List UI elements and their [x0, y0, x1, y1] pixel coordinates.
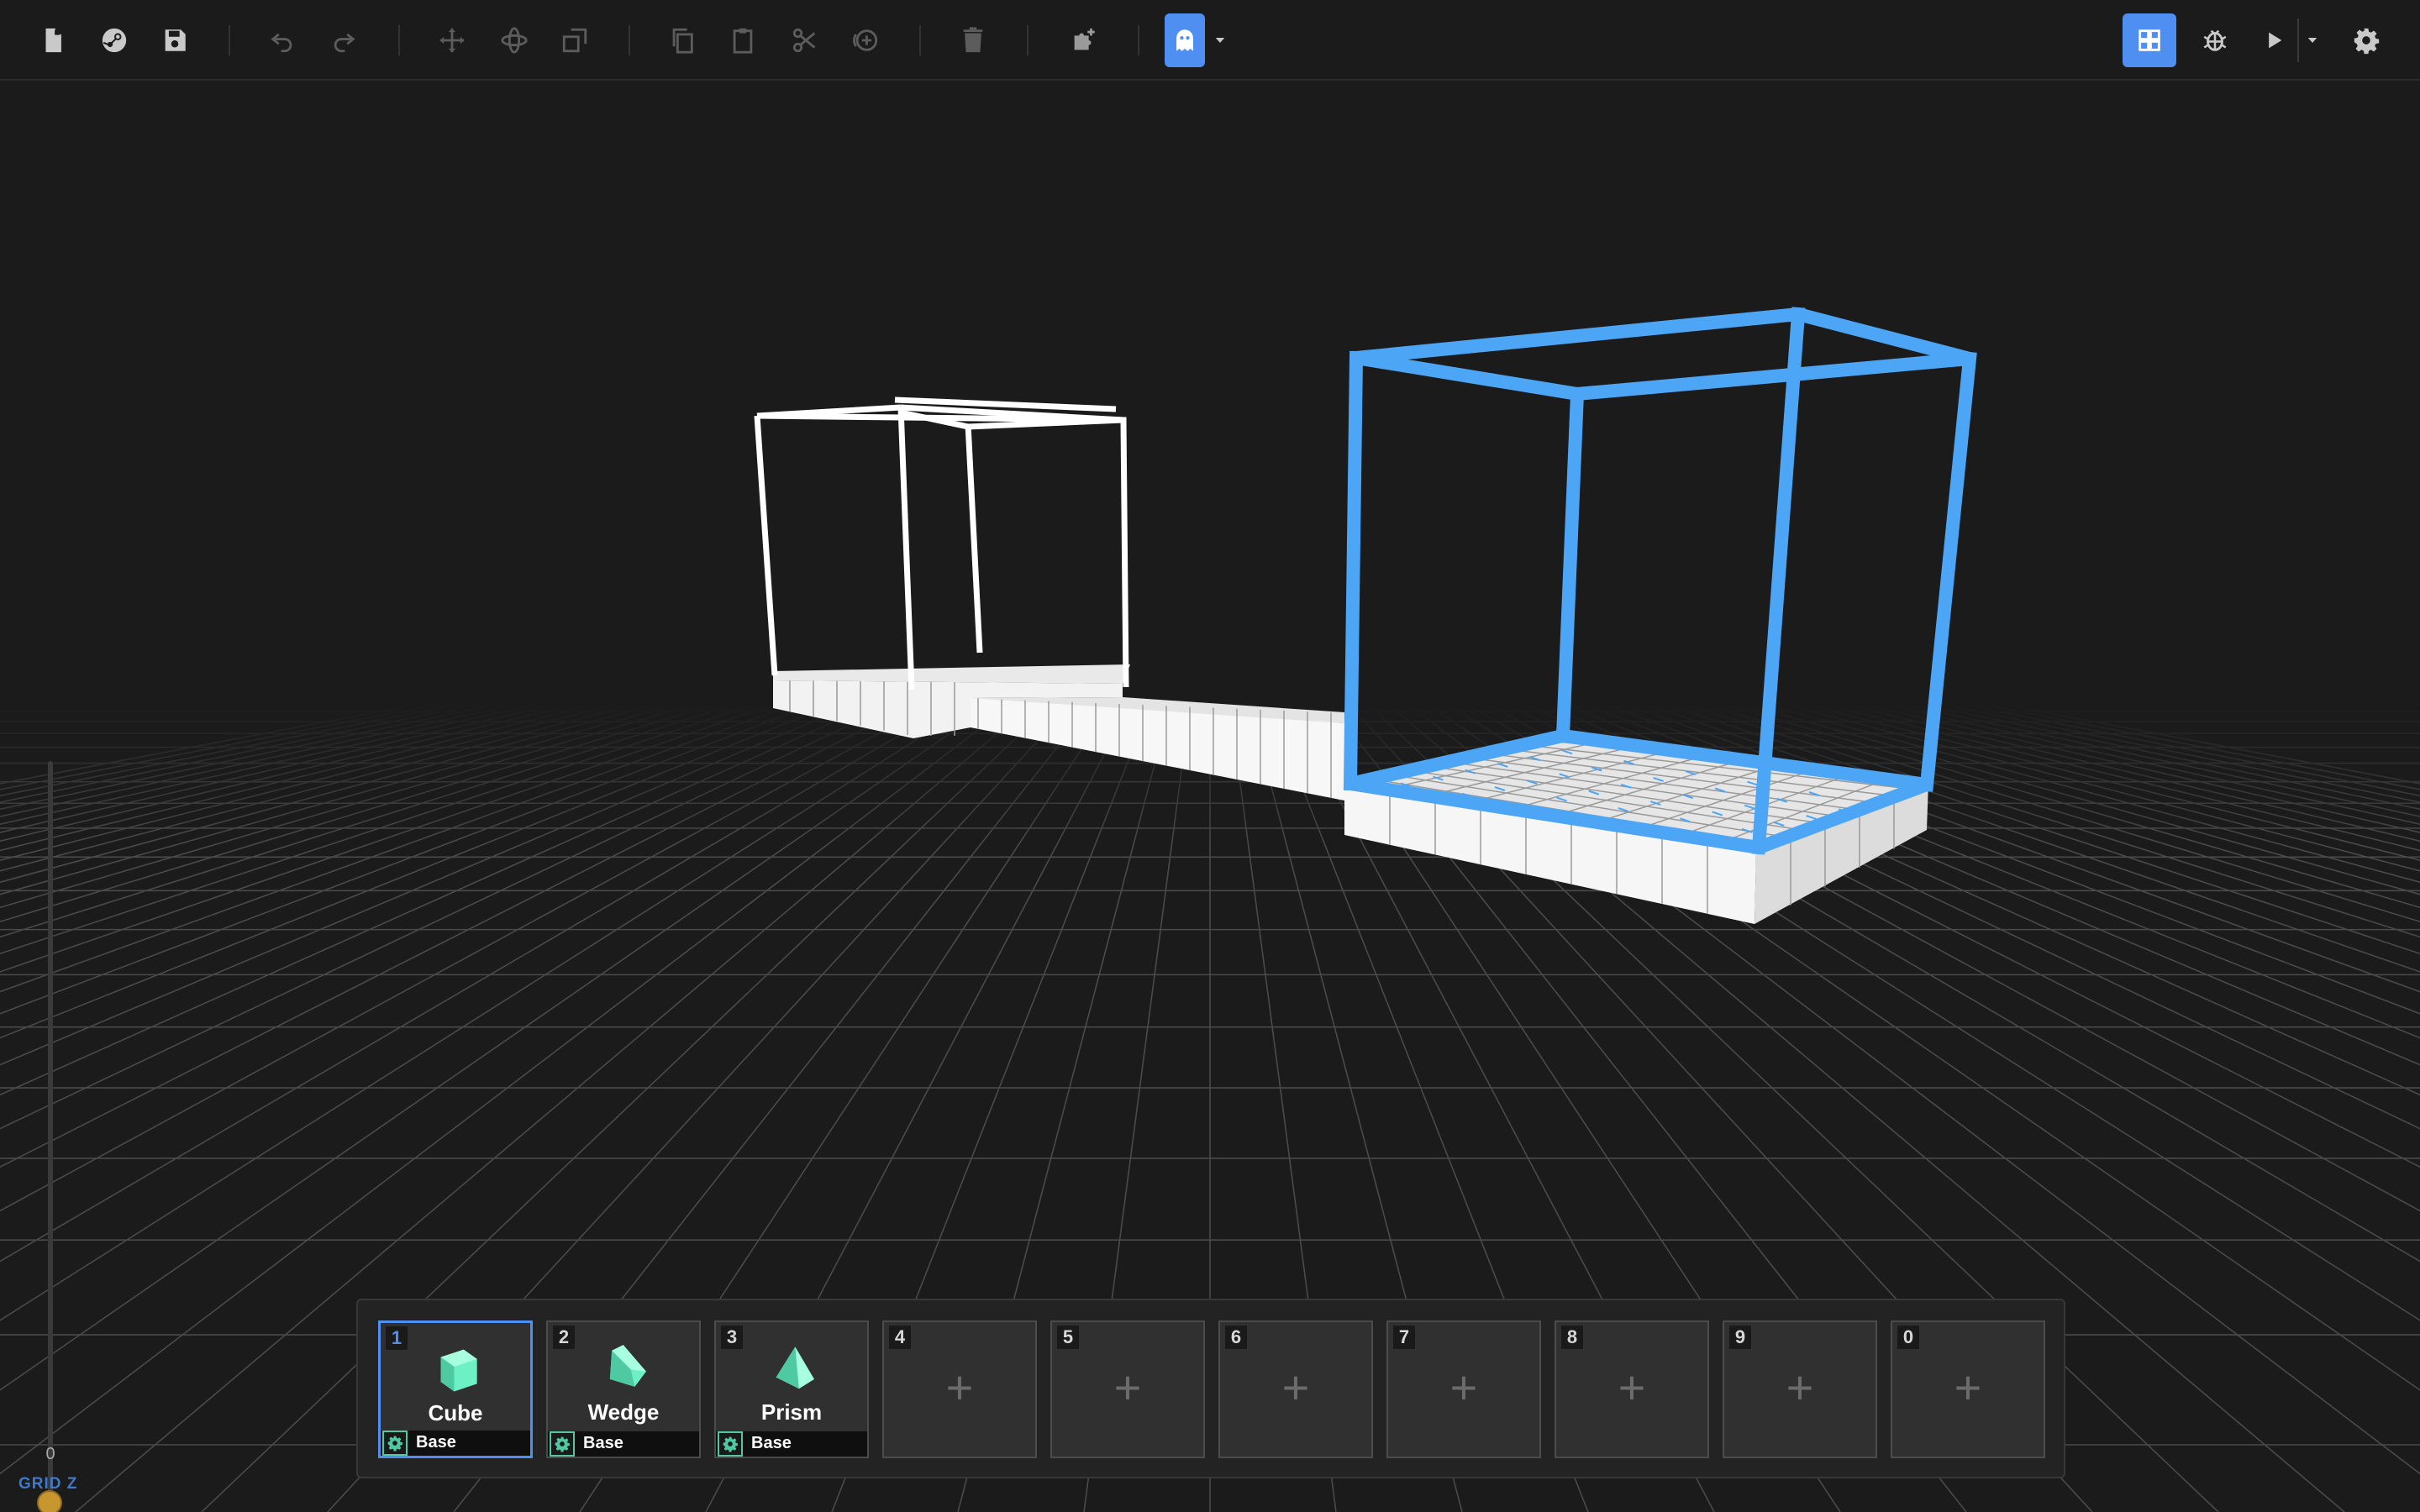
debug-icon[interactable] — [2190, 15, 2240, 66]
hotbar-slot-2[interactable]: 2 Wedge Base — [546, 1320, 701, 1458]
hotbar-slot-7[interactable]: 7 + — [1386, 1320, 1541, 1458]
level-editor: 0 GRID Z 1 Cube Base 2 Wedge Base 3 Pris… — [0, 0, 2420, 1512]
slot-category: Base — [751, 1434, 792, 1452]
hotbar-slot-8[interactable]: 8 + — [1555, 1320, 1709, 1458]
cube-icon — [440, 1349, 477, 1392]
hotbar-slot-9[interactable]: 9 + — [1723, 1320, 1877, 1458]
toolbar-separator — [629, 25, 630, 55]
slot-category: Base — [416, 1433, 456, 1452]
hotbar-slot-1[interactable]: 1 Cube Base — [378, 1320, 533, 1458]
hotbar-slot-3[interactable]: 3 Prism Base — [714, 1320, 869, 1458]
grid-z-label: GRID Z — [18, 1475, 78, 1493]
add-slot-icon[interactable]: + — [1388, 1362, 1539, 1413]
toolbar-separator — [919, 25, 921, 55]
new-file-icon[interactable] — [28, 15, 78, 66]
slot-name: Cube — [428, 1400, 483, 1425]
grid-view-icon[interactable] — [2123, 13, 2176, 67]
slot-name: Prism — [760, 1399, 823, 1425]
add-slot-icon[interactable]: + — [1724, 1362, 1876, 1413]
slot-name: Wedge — [587, 1399, 660, 1425]
caret-down-icon[interactable] — [2297, 15, 2328, 66]
hotbar-slot-0[interactable]: 0 + — [1891, 1320, 2045, 1458]
toolbar-separator — [398, 25, 400, 55]
toolbar-separator — [229, 25, 230, 55]
slot-key: 4 — [889, 1326, 911, 1349]
hotbar-slot-4[interactable]: 4 + — [882, 1320, 1037, 1458]
add-slot-icon[interactable]: + — [1220, 1362, 1371, 1413]
scene-canvas[interactable] — [0, 81, 2420, 1512]
slot-key: 7 — [1393, 1326, 1415, 1349]
add-slot-icon[interactable]: + — [1892, 1362, 2044, 1413]
gear-icon[interactable] — [382, 1431, 408, 1456]
grid-z-slider-track[interactable] — [48, 761, 53, 1502]
slot-footer: Base — [548, 1431, 699, 1457]
delete-icon[interactable] — [948, 15, 998, 66]
ghost-mode-icon[interactable] — [1165, 13, 1205, 67]
hotbar-slot-5[interactable]: 5 + — [1050, 1320, 1205, 1458]
grid-z-value: 0 — [45, 1445, 55, 1463]
block-hotbar: 1 Cube Base 2 Wedge Base 3 Prism Base 4 … — [356, 1299, 2065, 1478]
slot-footer: Base — [716, 1431, 867, 1457]
undo-icon[interactable] — [257, 15, 308, 66]
settings-icon[interactable] — [2341, 15, 2391, 66]
cut-icon[interactable] — [780, 15, 830, 66]
play-icon[interactable] — [2252, 15, 2296, 66]
caret-down-icon[interactable] — [1207, 15, 1234, 66]
slot-category: Base — [583, 1434, 623, 1452]
slot-key: 9 — [1729, 1326, 1751, 1349]
slot-footer: Base — [381, 1431, 530, 1456]
redo-icon[interactable] — [318, 15, 369, 66]
rotate-tool-icon[interactable] — [489, 15, 539, 66]
add-slot-icon[interactable]: + — [884, 1362, 1035, 1413]
hotbar-slot-6[interactable]: 6 + — [1218, 1320, 1373, 1458]
save-icon[interactable] — [150, 15, 200, 66]
add-slot-icon[interactable]: + — [1556, 1362, 1707, 1413]
toolbar-separator — [1027, 25, 1028, 55]
move-tool-icon[interactable] — [427, 15, 477, 66]
slot-key: 5 — [1057, 1326, 1079, 1349]
gear-icon[interactable] — [718, 1431, 743, 1457]
toolbar-separator — [1138, 25, 1139, 55]
slot-key: 1 — [386, 1326, 408, 1350]
paste-icon[interactable] — [718, 15, 768, 66]
slot-key: 8 — [1561, 1326, 1583, 1349]
copy-icon[interactable] — [657, 15, 708, 66]
add-component-icon[interactable] — [1059, 15, 1109, 66]
wireframe-cube-left[interactable] — [754, 396, 1129, 690]
slot-key: 3 — [721, 1326, 743, 1349]
slot-key: 2 — [553, 1326, 575, 1349]
top-toolbar — [0, 0, 2420, 81]
add-slot-icon[interactable]: + — [1052, 1362, 1203, 1413]
wedge-icon — [609, 1345, 646, 1387]
scale-tool-icon[interactable] — [550, 15, 600, 66]
steam-icon[interactable] — [89, 15, 139, 66]
prism-icon — [776, 1347, 814, 1389]
slot-key: 0 — [1897, 1326, 1919, 1349]
slot-key: 6 — [1225, 1326, 1247, 1349]
3d-viewport[interactable] — [0, 81, 2420, 1512]
duplicate-icon[interactable] — [840, 15, 891, 66]
gear-icon[interactable] — [550, 1431, 575, 1457]
